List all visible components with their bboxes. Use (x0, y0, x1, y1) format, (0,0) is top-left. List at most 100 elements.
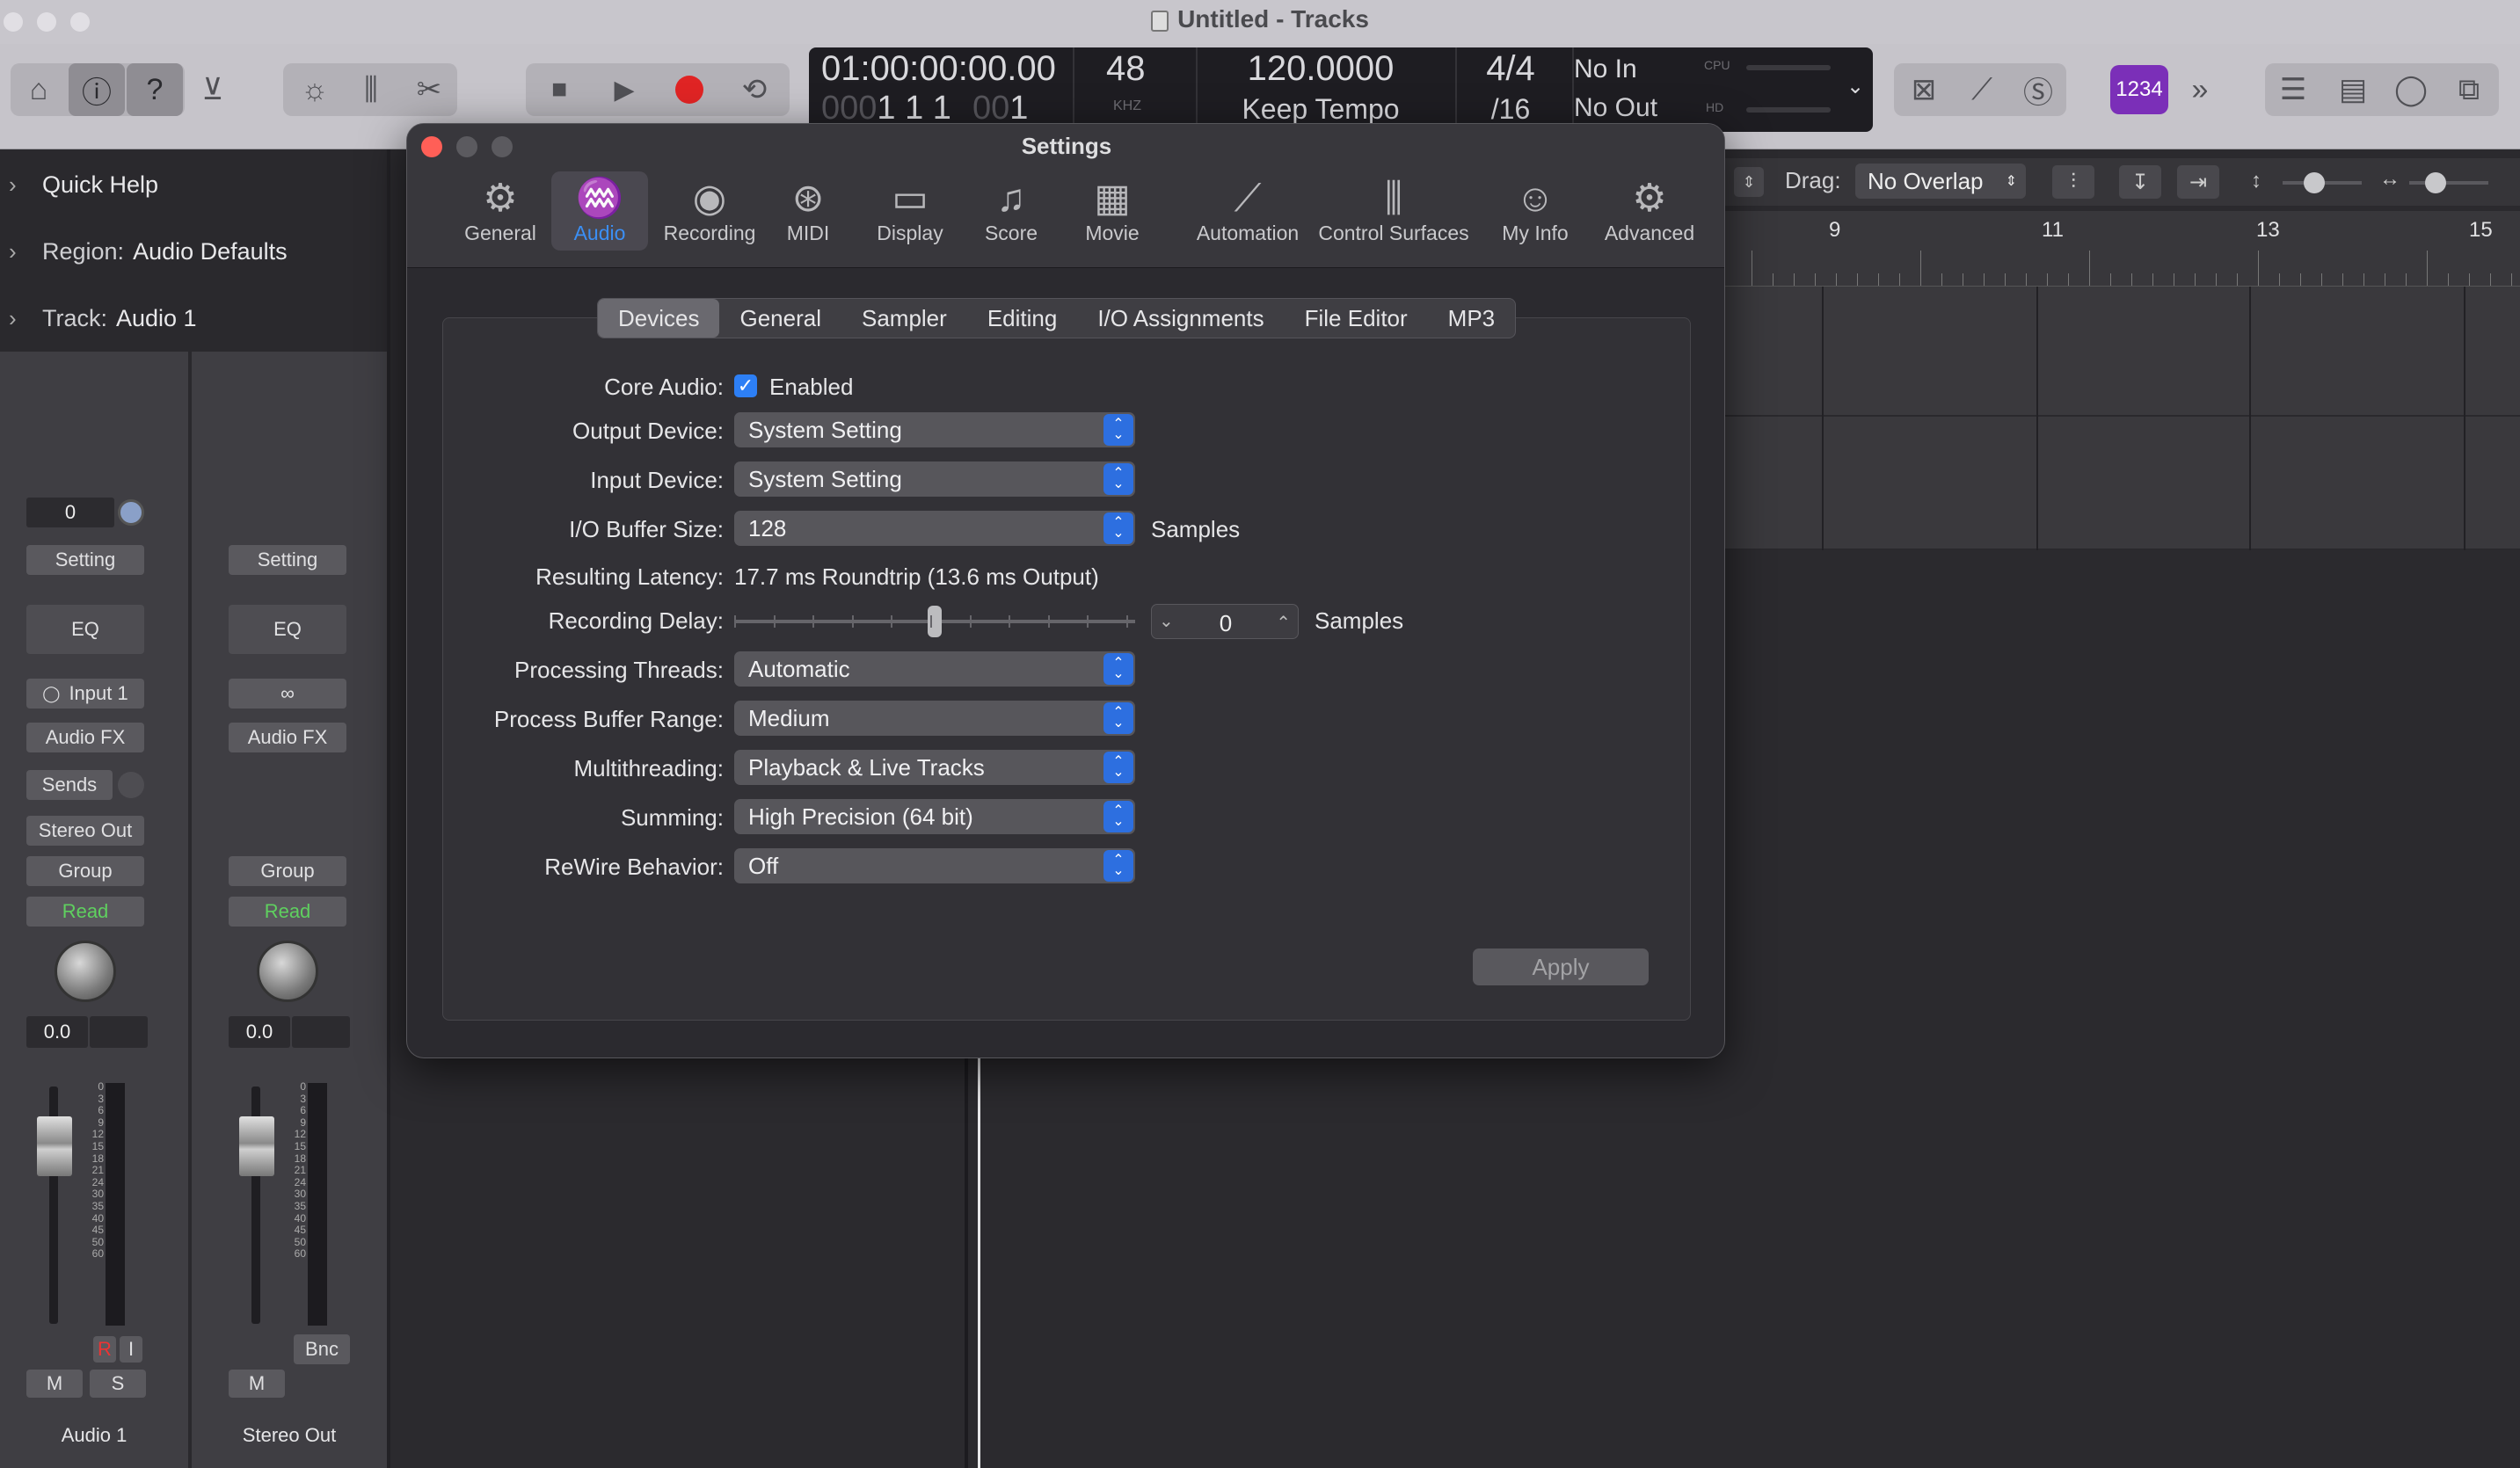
summing-select[interactable]: High Precision (64 bit) ⌃ ⌄ (734, 799, 1135, 834)
gain-knob[interactable] (118, 499, 144, 526)
library-icon[interactable]: ⌂ (11, 63, 67, 116)
solo-icon[interactable]: Ⓢ (2010, 63, 2066, 116)
subtab-general[interactable]: General (719, 299, 841, 338)
track-lane-1[interactable] (1725, 287, 2520, 417)
gain-field[interactable]: 0 (26, 498, 114, 527)
play-icon[interactable]: ▶ (596, 63, 652, 116)
solo-button[interactable]: S (90, 1370, 146, 1398)
lcd-display[interactable]: 01:00:00:00.00 0001 1 1 001 48 KHZ 120.00… (809, 47, 1873, 132)
core-audio-checkbox[interactable]: ✓ (734, 374, 757, 397)
processing-threads-select[interactable]: Automatic ⌃ ⌄ (734, 651, 1135, 687)
multithreading-select[interactable]: Playback & Live Tracks ⌃ ⌄ (734, 750, 1135, 785)
input-slot[interactable]: ◯ Input 1 (26, 679, 144, 709)
cycle-icon[interactable]: ⟲ (726, 63, 783, 116)
loop-browser-icon[interactable]: ◯ (2383, 63, 2439, 116)
tab-advanced[interactable]: ⚙ Advanced (1585, 171, 1714, 251)
recording-delay-slider[interactable] (734, 606, 1135, 637)
quick-help-row[interactable]: › Quick Help (0, 151, 387, 218)
tab-audio[interactable]: ♒ Audio (551, 171, 648, 251)
stereo-link-icon[interactable]: ∞ (229, 679, 346, 709)
tab-movie[interactable]: ▦ Movie (1072, 171, 1153, 251)
lcd-menu-chevron-icon[interactable]: ⌄ (1846, 74, 1864, 99)
strip-name-2[interactable]: Stereo Out (192, 1424, 387, 1447)
tab-my-info[interactable]: ☺ My Info (1480, 171, 1591, 251)
eq-button-2[interactable]: EQ (229, 605, 346, 654)
group-slot[interactable]: Group (26, 856, 144, 886)
quick-help-icon[interactable]: ? (127, 63, 183, 116)
rewire-select[interactable]: Off ⌃ ⌄ (734, 848, 1135, 883)
sends-slot[interactable]: Sends (26, 770, 113, 800)
recording-delay-stepper[interactable]: ⌄ 0 ⌃ (1151, 604, 1299, 639)
inspector-icon[interactable]: ⓘ (69, 63, 125, 116)
pan-knob-2[interactable] (257, 941, 318, 1002)
vertical-zoom-thumb[interactable] (2304, 172, 2325, 193)
drag-mode-select[interactable]: No Overlap ⇕ (1855, 164, 2026, 199)
subtab-devices[interactable]: Devices (598, 299, 720, 338)
editors-scissors-icon[interactable]: ✂ (401, 63, 457, 116)
apply-button[interactable]: Apply (1473, 948, 1649, 985)
subtab-editing[interactable]: Editing (967, 299, 1078, 338)
horizontal-zoom-thumb[interactable] (2425, 172, 2446, 193)
output-device-select[interactable]: System Setting ⌃ ⌄ (734, 412, 1135, 447)
waveform-zoom-icon[interactable]: ⫶ (2052, 165, 2094, 199)
browsers-icon[interactable]: ⧉ (2441, 63, 2497, 116)
subtab-file-editor[interactable]: File Editor (1285, 299, 1428, 338)
list-editors-icon[interactable]: ☰ (2265, 63, 2321, 116)
horizontal-autozoom-icon[interactable]: ⇥ (2177, 165, 2219, 199)
setting-button-2[interactable]: Setting (229, 545, 346, 575)
bar-ruler[interactable]: 9 11 13 15 (1725, 211, 2520, 287)
volume-fader-thumb[interactable] (37, 1116, 72, 1176)
replace-icon[interactable]: ⊠ (1896, 63, 1952, 116)
note-pad-icon[interactable]: ▤ (2325, 63, 2381, 116)
automation-mode-button[interactable]: Read (26, 897, 144, 927)
count-in-badge[interactable]: 1234 (2110, 65, 2168, 114)
audio-fx-slot-2[interactable]: Audio FX (229, 723, 346, 752)
volume-fader-thumb-2[interactable] (239, 1116, 274, 1176)
bounce-button[interactable]: Bnc (294, 1334, 350, 1364)
playhead[interactable] (978, 1055, 980, 1468)
more-chevron-icon[interactable]: » (2172, 63, 2228, 116)
buffer-range-select[interactable]: Medium ⌃ ⌄ (734, 701, 1135, 736)
vertical-autozoom-icon[interactable]: ↧ (2119, 165, 2161, 199)
buffer-size-select[interactable]: 128 ⌃ ⌄ (734, 511, 1135, 546)
tab-recording[interactable]: ◉ Recording (655, 171, 764, 251)
tab-midi[interactable]: ⊛ MIDI (771, 171, 845, 251)
tab-display[interactable]: ▭ Display (868, 171, 952, 251)
mute-button[interactable]: M (26, 1370, 83, 1398)
group-slot-2[interactable]: Group (229, 856, 346, 886)
zoom-stepper-icon[interactable]: ⇕ (1734, 167, 1764, 197)
setting-button[interactable]: Setting (26, 545, 144, 575)
smart-controls-icon[interactable]: ☼ (287, 63, 343, 116)
subtab-sampler[interactable]: Sampler (841, 299, 967, 338)
region-row[interactable]: › Region: Audio Defaults (0, 218, 387, 285)
subtab-mp3[interactable]: MP3 (1428, 299, 1515, 338)
tab-score[interactable]: ♫ Score (973, 171, 1049, 251)
mute-button-2[interactable]: M (229, 1370, 285, 1398)
track-row[interactable]: › Track: Audio 1 (0, 285, 387, 352)
pane-divider[interactable] (965, 1055, 968, 1468)
record-icon[interactable] (661, 63, 717, 116)
stop-icon[interactable]: ■ (531, 63, 587, 116)
tab-control-surfaces[interactable]: ⫼ Control Surfaces (1297, 171, 1490, 251)
mixer-icon[interactable]: ⫼ (343, 63, 399, 116)
input-monitor-button[interactable]: I (120, 1336, 142, 1363)
tab-general[interactable]: ⚙ General (456, 171, 544, 251)
output-slot[interactable]: Stereo Out (26, 816, 144, 846)
input-device-select[interactable]: System Setting ⌃ ⌄ (734, 461, 1135, 497)
record-enable-button[interactable]: R (93, 1336, 116, 1363)
audio-fx-slot[interactable]: Audio FX (26, 723, 144, 752)
eq-button[interactable]: EQ (26, 605, 144, 654)
send-knob[interactable] (118, 772, 144, 798)
volume-field-2[interactable]: 0.0 (229, 1016, 290, 1048)
subtab-io-assignments[interactable]: I/O Assignments (1077, 299, 1284, 338)
track-lane-2[interactable] (1725, 417, 2520, 550)
toolbar-icon[interactable]: ⊻ (185, 63, 241, 116)
automation-mode-button-2[interactable]: Read (229, 897, 346, 927)
pan-knob[interactable] (55, 941, 116, 1002)
meter-scale-mark: 35 (294, 1199, 306, 1212)
volume-field[interactable]: 0.0 (26, 1016, 88, 1048)
horizontal-zoom-slider[interactable] (2409, 181, 2488, 185)
increment-chevron-icon[interactable]: ⌃ (1276, 612, 1291, 634)
strip-name[interactable]: Audio 1 (0, 1424, 188, 1447)
tuner-icon[interactable]: ⟋ (1954, 63, 2010, 116)
